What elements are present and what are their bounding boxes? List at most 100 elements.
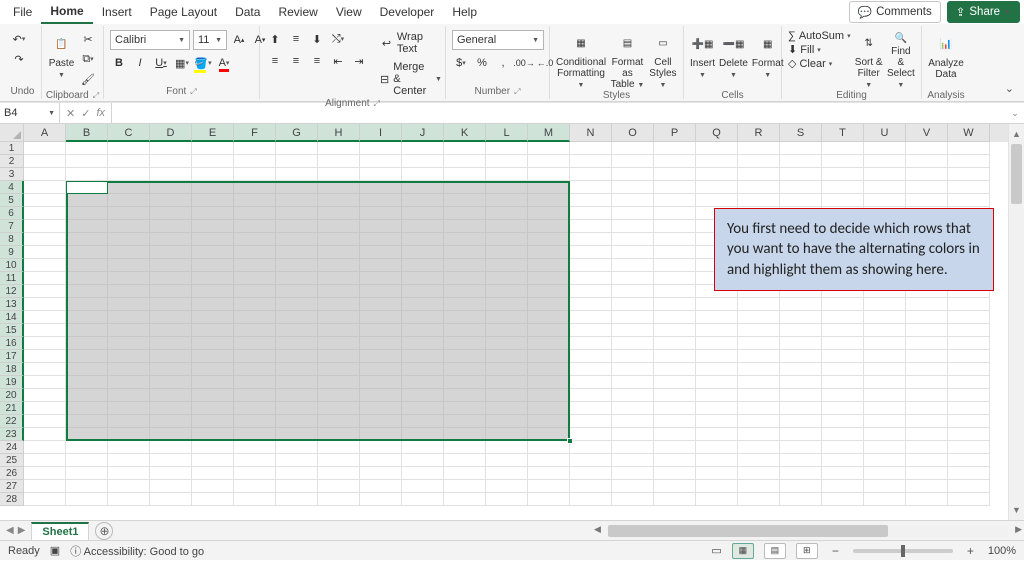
zoom-out-button[interactable]: − <box>828 544 843 558</box>
currency-button[interactable]: $▾ <box>452 54 470 72</box>
row-header-22[interactable]: 22 <box>0 415 24 428</box>
expand-formula-bar-button[interactable]: ⌄ <box>1006 103 1024 123</box>
row-header-26[interactable]: 26 <box>0 467 24 480</box>
clear-button[interactable]: ◇ Clear ▾ <box>788 57 851 70</box>
column-header-N[interactable]: N <box>570 124 612 142</box>
format-painter-button[interactable]: 🖌 <box>79 70 97 88</box>
align-left-button[interactable]: ≡ <box>266 52 284 70</box>
paste-button[interactable]: 📋 Paste▼ <box>48 30 75 90</box>
align-top-button[interactable]: ⬆ <box>266 30 284 48</box>
row-header-20[interactable]: 20 <box>0 389 24 402</box>
menu-review[interactable]: Review <box>269 1 326 23</box>
sort-filter-button[interactable]: ⇅Sort & Filter ▼ <box>855 30 883 90</box>
column-header-K[interactable]: K <box>444 124 486 142</box>
scroll-up-button[interactable]: ▲ <box>1009 126 1024 142</box>
column-header-V[interactable]: V <box>906 124 948 142</box>
row-header-23[interactable]: 23 <box>0 428 24 441</box>
row-header-2[interactable]: 2 <box>0 155 24 168</box>
cut-button[interactable]: ✂ <box>79 30 97 48</box>
menu-insert[interactable]: Insert <box>93 1 141 23</box>
vscroll-thumb[interactable] <box>1011 144 1022 204</box>
menu-developer[interactable]: Developer <box>371 1 444 23</box>
column-header-T[interactable]: T <box>822 124 864 142</box>
align-middle-button[interactable]: ≡ <box>287 30 305 48</box>
merge-center-button[interactable]: ⊟Merge & Center ▼ <box>378 60 444 98</box>
fill-button[interactable]: ⬇ Fill ▾ <box>788 43 851 56</box>
row-header-5[interactable]: 5 <box>0 194 24 207</box>
menu-help[interactable]: Help <box>443 1 486 23</box>
macro-record-icon[interactable]: ▣ <box>50 544 60 557</box>
row-header-24[interactable]: 24 <box>0 441 24 454</box>
row-header-11[interactable]: 11 <box>0 272 24 285</box>
percent-button[interactable]: % <box>473 54 491 72</box>
share-button[interactable]: ⇪ Share ▼ <box>947 1 1020 23</box>
insert-cells-button[interactable]: ➕▦Insert▼ <box>690 30 715 90</box>
column-header-A[interactable]: A <box>24 124 66 142</box>
row-header-4[interactable]: 4 <box>0 181 24 194</box>
italic-button[interactable]: I <box>131 54 149 72</box>
collapse-ribbon-button[interactable]: ⌄ <box>1005 82 1014 95</box>
column-header-E[interactable]: E <box>192 124 234 142</box>
wrap-text-button[interactable]: ↩Wrap Text <box>378 30 444 56</box>
row-header-28[interactable]: 28 <box>0 493 24 506</box>
redo-button[interactable]: ↷ <box>10 50 28 68</box>
autosum-button[interactable]: ∑ AutoSum ▾ <box>788 30 851 42</box>
column-header-F[interactable]: F <box>234 124 276 142</box>
undo-button[interactable]: ↶▾ <box>10 30 28 48</box>
comments-button[interactable]: 💬 Comments <box>849 1 941 23</box>
row-header-9[interactable]: 9 <box>0 246 24 259</box>
align-center-button[interactable]: ≡ <box>287 52 305 70</box>
row-header-15[interactable]: 15 <box>0 324 24 337</box>
clipboard-dialog-launcher[interactable]: ⤢ <box>93 91 99 101</box>
scroll-down-button[interactable]: ▼ <box>1009 502 1024 518</box>
row-header-19[interactable]: 19 <box>0 376 24 389</box>
analyze-data-button[interactable]: 📊Analyze Data <box>928 30 964 90</box>
fill-color-button[interactable]: 🪣▾ <box>194 54 212 72</box>
column-header-H[interactable]: H <box>318 124 360 142</box>
column-header-L[interactable]: L <box>486 124 528 142</box>
column-header-R[interactable]: R <box>738 124 780 142</box>
row-header-8[interactable]: 8 <box>0 233 24 246</box>
normal-view-button[interactable]: ▦ <box>732 543 754 559</box>
horizontal-scrollbar[interactable]: ◀ ▶ <box>608 525 1008 537</box>
select-all-button[interactable] <box>0 124 24 142</box>
border-button[interactable]: ▦▾ <box>173 54 191 72</box>
cancel-formula-button[interactable]: ✕ <box>66 107 75 120</box>
vertical-scrollbar[interactable]: ▲ ▼ <box>1008 124 1024 520</box>
row-header-10[interactable]: 10 <box>0 259 24 272</box>
cell-styles-button[interactable]: ▭ Cell Styles ▼ <box>649 30 677 90</box>
row-header-16[interactable]: 16 <box>0 337 24 350</box>
column-header-I[interactable]: I <box>360 124 402 142</box>
align-bottom-button[interactable]: ⬇ <box>308 30 326 48</box>
font-dialog-launcher[interactable]: ⤢ <box>190 87 196 97</box>
menu-home[interactable]: Home <box>41 0 92 24</box>
column-header-O[interactable]: O <box>612 124 654 142</box>
row-header-12[interactable]: 12 <box>0 285 24 298</box>
conditional-formatting-button[interactable]: ▦ Conditional Formatting ▼ <box>556 30 606 90</box>
number-format-select[interactable]: General▼ <box>452 30 544 50</box>
column-header-J[interactable]: J <box>402 124 444 142</box>
enter-formula-button[interactable]: ✓ <box>81 107 90 120</box>
column-header-C[interactable]: C <box>108 124 150 142</box>
format-as-table-button[interactable]: ▤ Format as Table ▼ <box>610 30 645 90</box>
comma-button[interactable]: , <box>494 54 512 72</box>
decrease-indent-button[interactable]: ⇤ <box>329 52 347 70</box>
bold-button[interactable]: B <box>110 54 128 72</box>
menu-file[interactable]: File <box>4 1 41 23</box>
add-sheet-button[interactable]: ⊕ <box>95 522 113 540</box>
zoom-slider[interactable] <box>853 549 953 553</box>
underline-button[interactable]: U▾ <box>152 54 170 72</box>
alignment-dialog-launcher[interactable]: ⤢ <box>374 99 380 109</box>
sheet-tab-sheet1[interactable]: Sheet1 <box>31 522 89 540</box>
row-header-27[interactable]: 27 <box>0 480 24 493</box>
tab-nav-next[interactable]: ▶ <box>18 525 26 536</box>
row-header-6[interactable]: 6 <box>0 207 24 220</box>
row-header-13[interactable]: 13 <box>0 298 24 311</box>
row-header-3[interactable]: 3 <box>0 168 24 181</box>
menu-data[interactable]: Data <box>226 1 269 23</box>
column-header-B[interactable]: B <box>66 124 108 142</box>
column-header-M[interactable]: M <box>528 124 570 142</box>
align-right-button[interactable]: ≡ <box>308 52 326 70</box>
font-size-select[interactable]: 11▼ <box>193 30 227 50</box>
increase-indent-button[interactable]: ⇥ <box>350 52 368 70</box>
